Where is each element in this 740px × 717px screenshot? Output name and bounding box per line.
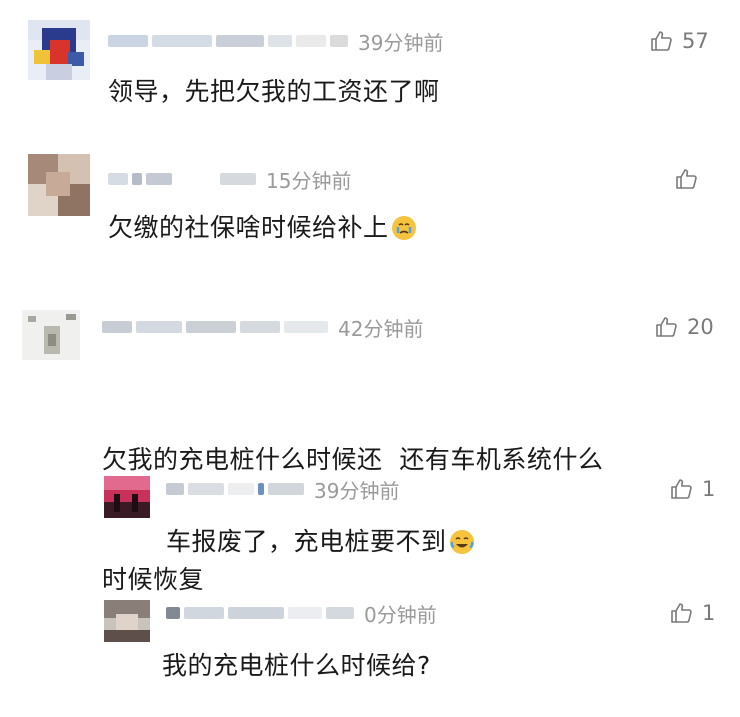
crying-face-emoji — [391, 216, 416, 240]
comment-meta: 15分钟前 — [108, 166, 352, 193]
like-count: 1 — [702, 477, 716, 501]
username-blurred[interactable] — [166, 604, 354, 622]
timestamp: 15分钟前 — [266, 168, 352, 193]
thumbs-up-icon — [656, 317, 677, 337]
like-count: 20 — [687, 315, 714, 339]
like-count: 1 — [702, 601, 716, 625]
username-blurred[interactable] — [108, 170, 256, 188]
like-button[interactable]: 57 — [650, 28, 709, 54]
avatar[interactable] — [28, 20, 90, 80]
like-button[interactable]: 20 — [655, 314, 714, 340]
comment-meta: 39分钟前 — [108, 28, 444, 55]
timestamp: 0分钟前 — [364, 602, 437, 627]
reply-2: 0分钟前 1 我的充电桩什么时候给? — [0, 588, 740, 708]
reply-meta: 39分钟前 — [166, 476, 400, 503]
avatar[interactable] — [104, 476, 150, 518]
reply-meta: 0分钟前 — [166, 600, 437, 627]
thumbs-up-icon — [671, 603, 692, 623]
tears-of-joy-emoji — [449, 530, 474, 554]
reply-text-content: 车报废了，充电桩要不到 — [166, 527, 447, 556]
avatar[interactable] — [28, 154, 90, 216]
like-button[interactable] — [675, 166, 707, 192]
avatar[interactable] — [22, 310, 80, 360]
timestamp: 39分钟前 — [314, 478, 400, 503]
comment-1: 39分钟前 57 领导，先把欠我的工资还了啊 — [0, 0, 740, 140]
timestamp: 39分钟前 — [358, 30, 444, 55]
like-button[interactable]: 1 — [670, 600, 715, 626]
comment-meta: 42分钟前 — [102, 314, 424, 341]
thumbs-up-icon — [671, 479, 692, 499]
comment-text-content: 欠缴的社保啥时候给补上 — [108, 213, 389, 242]
comment-2: 15分钟前 欠缴的社保啥时候给补上 — [0, 140, 740, 290]
reply-text: 车报废了，充电桩要不到 — [166, 522, 475, 562]
username-blurred[interactable] — [108, 32, 348, 50]
like-count: 57 — [682, 29, 709, 53]
like-button[interactable]: 1 — [670, 476, 715, 502]
avatar[interactable] — [104, 600, 150, 642]
comment-text: 领导，先把欠我的工资还了啊 — [108, 72, 440, 112]
comment-text: 欠缴的社保啥时候给补上 — [108, 208, 417, 248]
reply-text: 我的充电桩什么时候给? — [162, 646, 431, 686]
username-blurred[interactable] — [166, 480, 304, 498]
comment-text-content: 领导，先把欠我的工资还了啊 — [108, 77, 440, 106]
comment-3: 42分钟前 20 欠我的充电桩什么时候还 还有车机系统什么 时候恢复 39分钟前 — [0, 290, 740, 717]
username-blurred[interactable] — [102, 318, 328, 336]
reply-text-content: 我的充电桩什么时候给? — [162, 651, 431, 680]
thumbs-up-icon — [651, 31, 672, 51]
thumbs-up-icon — [676, 169, 697, 189]
reply-1: 39分钟前 1 车报废了，充电桩要不到 — [0, 460, 740, 580]
timestamp: 42分钟前 — [338, 316, 424, 341]
